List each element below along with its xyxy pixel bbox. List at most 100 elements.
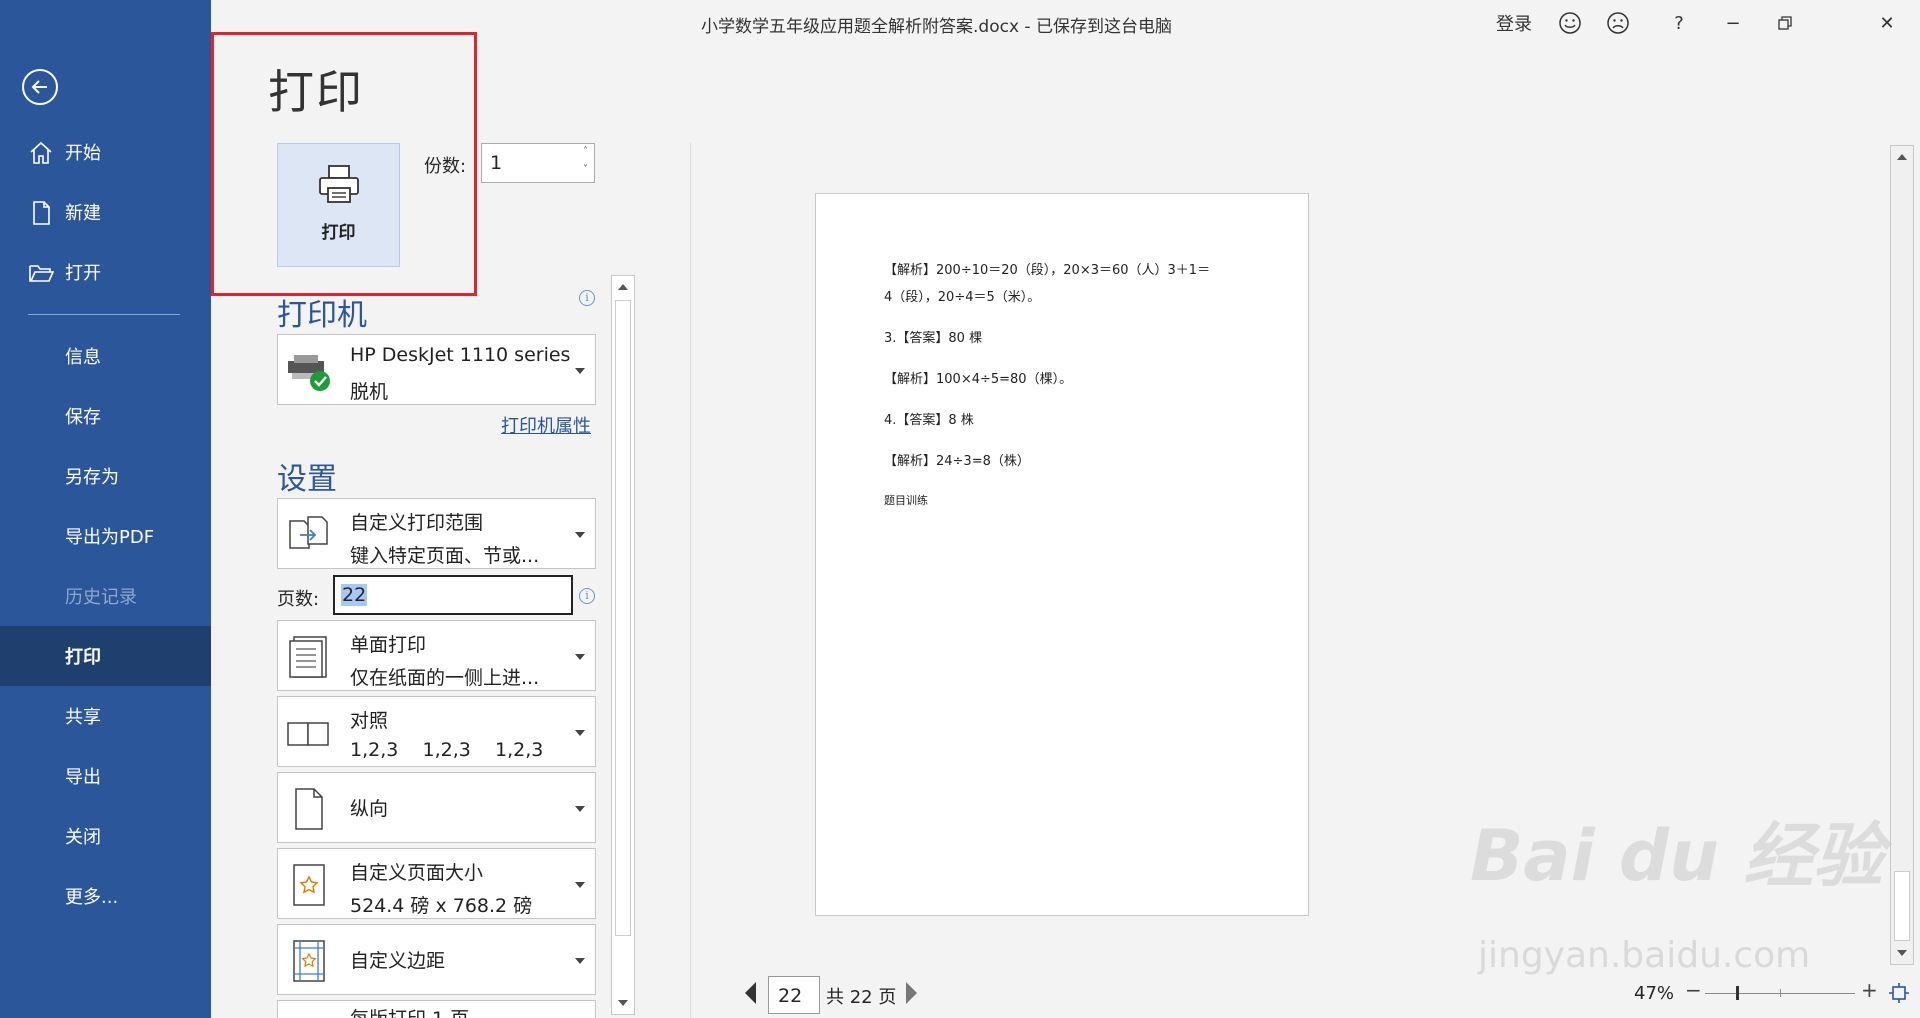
back-arrow-icon: [31, 80, 47, 94]
preview-line: 题目训练: [884, 494, 928, 507]
chevron-down-icon: [575, 654, 585, 660]
chevron-down-icon: [575, 730, 585, 736]
info-icon[interactable]: i: [579, 290, 595, 306]
new-doc-icon: [33, 201, 50, 225]
scroll-thumb[interactable]: [615, 300, 631, 936]
pages-per-sheet-title: 每版打印 1 页: [350, 1004, 469, 1018]
current-page-input[interactable]: 22: [768, 976, 820, 1014]
sidebar-item-open[interactable]: 打开: [0, 242, 211, 302]
restore-button[interactable]: [1773, 10, 1797, 36]
document-title: 小学数学五年级应用题全解析附答案.docx - 已保存到这台电脑: [701, 17, 1172, 37]
pages-input[interactable]: 22: [333, 575, 573, 615]
sidebar-item-new[interactable]: 新建: [0, 182, 211, 242]
back-button[interactable]: [22, 69, 58, 105]
sidebar-item-label: 历史记录: [65, 587, 137, 608]
zoom-slider-thumb[interactable]: [1736, 986, 1739, 1000]
print-range-subtitle: 键入特定页面、节或...: [350, 545, 540, 567]
print-range-title: 自定义打印范围: [350, 512, 484, 534]
sides-title: 单面打印: [350, 634, 427, 656]
page-range-icon: [289, 516, 328, 549]
orientation-dropdown[interactable]: 纵向: [277, 772, 596, 843]
sidebar-item-label: 开始: [65, 143, 101, 164]
collate-title: 对照: [350, 710, 389, 732]
sidebar-item-export[interactable]: 导出: [0, 746, 211, 806]
baidu-watermark-url: jingyan.baidu.com: [1478, 935, 1811, 976]
restore-icon: [1778, 16, 1792, 30]
paper-size-dropdown[interactable]: 自定义页面大小 524.4 磅 x 768.2 磅: [277, 848, 596, 919]
preview-line: 【解析】200÷10＝20（段），20×3＝60（人）3＋1＝: [884, 263, 1211, 278]
close-window-button[interactable]: ✕: [1875, 10, 1899, 36]
chevron-down-icon: [575, 882, 585, 888]
page-size-icon: [293, 864, 325, 906]
sidebar-item-save-as[interactable]: 另存为: [0, 446, 211, 506]
print-button[interactable]: 打印: [277, 143, 400, 267]
frown-feedback-button[interactable]: [1604, 10, 1632, 36]
copies-stepper[interactable]: 1 ˄ ˅: [481, 143, 595, 183]
sidebar-item-label: 信息: [65, 347, 101, 368]
sign-in-link[interactable]: 登录: [1496, 10, 1532, 36]
printer-properties-link[interactable]: 打印机属性: [501, 412, 591, 438]
collate-dropdown[interactable]: 对照 1,2,3 1,2,3 1,2,3: [277, 696, 596, 767]
previous-page-icon[interactable]: [745, 982, 756, 1004]
scroll-up-icon[interactable]: [618, 284, 628, 290]
sidebar-item-export-pdf[interactable]: 导出为PDF: [0, 506, 211, 566]
chevron-down-icon: [575, 532, 585, 538]
zoom-in-button[interactable]: +: [1861, 978, 1878, 1002]
info-icon[interactable]: i: [579, 588, 595, 604]
zoom-level[interactable]: 47%: [1634, 983, 1674, 1004]
copies-label: 份数:: [424, 156, 467, 177]
printer-status: 脱机: [350, 381, 389, 403]
sidebar-item-label: 导出: [65, 767, 101, 788]
sidebar-item-home[interactable]: 开始: [0, 122, 211, 182]
printer-heading: 打印机: [277, 298, 367, 333]
minimize-button[interactable]: −: [1721, 10, 1745, 36]
collate-icon: [287, 722, 329, 746]
sidebar-item-label: 保存: [65, 407, 101, 428]
next-page-icon[interactable]: [906, 982, 917, 1004]
sidebar-divider: [28, 314, 180, 315]
smile-icon: [1559, 12, 1581, 34]
sidebar-item-save[interactable]: 保存: [0, 386, 211, 446]
preview-line: 3.【答案】80 棵: [884, 331, 983, 346]
orientation-title: 纵向: [350, 798, 389, 820]
scroll-down-icon[interactable]: [1897, 950, 1907, 956]
chevron-down-icon[interactable]: ˅: [583, 164, 588, 175]
zoom-out-button[interactable]: −: [1685, 978, 1702, 1002]
baidu-watermark-logo: Bai du 经验: [1470, 815, 1884, 897]
sidebar-item-label: 关闭: [65, 827, 101, 848]
settings-scrollbar[interactable]: [611, 275, 635, 1015]
pages-label: 页数:: [277, 589, 320, 610]
printer-dropdown[interactable]: HP DeskJet 1110 series 脱机: [277, 334, 596, 405]
zoom-to-page-icon[interactable]: [1888, 982, 1910, 1004]
print-preview-page: 【解析】200÷10＝20（段），20×3＝60（人）3＋1＝ 4（段），20÷…: [815, 193, 1309, 916]
sidebar-item-share[interactable]: 共享: [0, 686, 211, 746]
chevron-down-icon: [575, 368, 585, 374]
preview-line: 4（段），20÷4＝5（米）。: [884, 290, 1041, 305]
print-button-label: 打印: [321, 223, 356, 243]
scroll-down-icon[interactable]: [618, 1000, 628, 1006]
print-range-dropdown[interactable]: 自定义打印范围 键入特定页面、节或...: [277, 498, 596, 569]
smile-feedback-button[interactable]: [1556, 10, 1584, 36]
sidebar-item-label: 共享: [65, 707, 101, 728]
sidebar-item-label: 导出为PDF: [65, 527, 155, 548]
help-button[interactable]: ?: [1669, 10, 1689, 36]
settings-heading: 设置: [277, 462, 337, 497]
chevron-up-icon[interactable]: ˄: [583, 146, 588, 157]
scroll-thumb[interactable]: [1894, 871, 1910, 941]
sidebar-item-label: 更多...: [65, 887, 119, 908]
pages-per-sheet-dropdown[interactable]: 每版打印 1 页: [277, 1000, 596, 1018]
scroll-up-icon[interactable]: [1897, 154, 1907, 160]
sidebar-item-print[interactable]: 打印: [0, 626, 211, 686]
sidebar-item-info[interactable]: 信息: [0, 326, 211, 386]
total-pages-label: 共 22 页: [826, 987, 897, 1008]
frown-icon: [1607, 12, 1629, 34]
sides-dropdown[interactable]: 单面打印 仅在纸面的一侧上进...: [277, 620, 596, 691]
preview-line: 【解析】24÷3=8（株）: [884, 454, 1030, 469]
margins-dropdown[interactable]: 自定义边距: [277, 924, 596, 995]
sidebar-item-close[interactable]: 关闭: [0, 806, 211, 866]
sidebar-item-history: 历史记录: [0, 566, 211, 626]
margins-title: 自定义边距: [350, 950, 446, 972]
portrait-page-icon: [295, 788, 323, 830]
preview-scrollbar[interactable]: [1890, 145, 1914, 965]
sidebar-item-more[interactable]: 更多...: [0, 866, 211, 926]
